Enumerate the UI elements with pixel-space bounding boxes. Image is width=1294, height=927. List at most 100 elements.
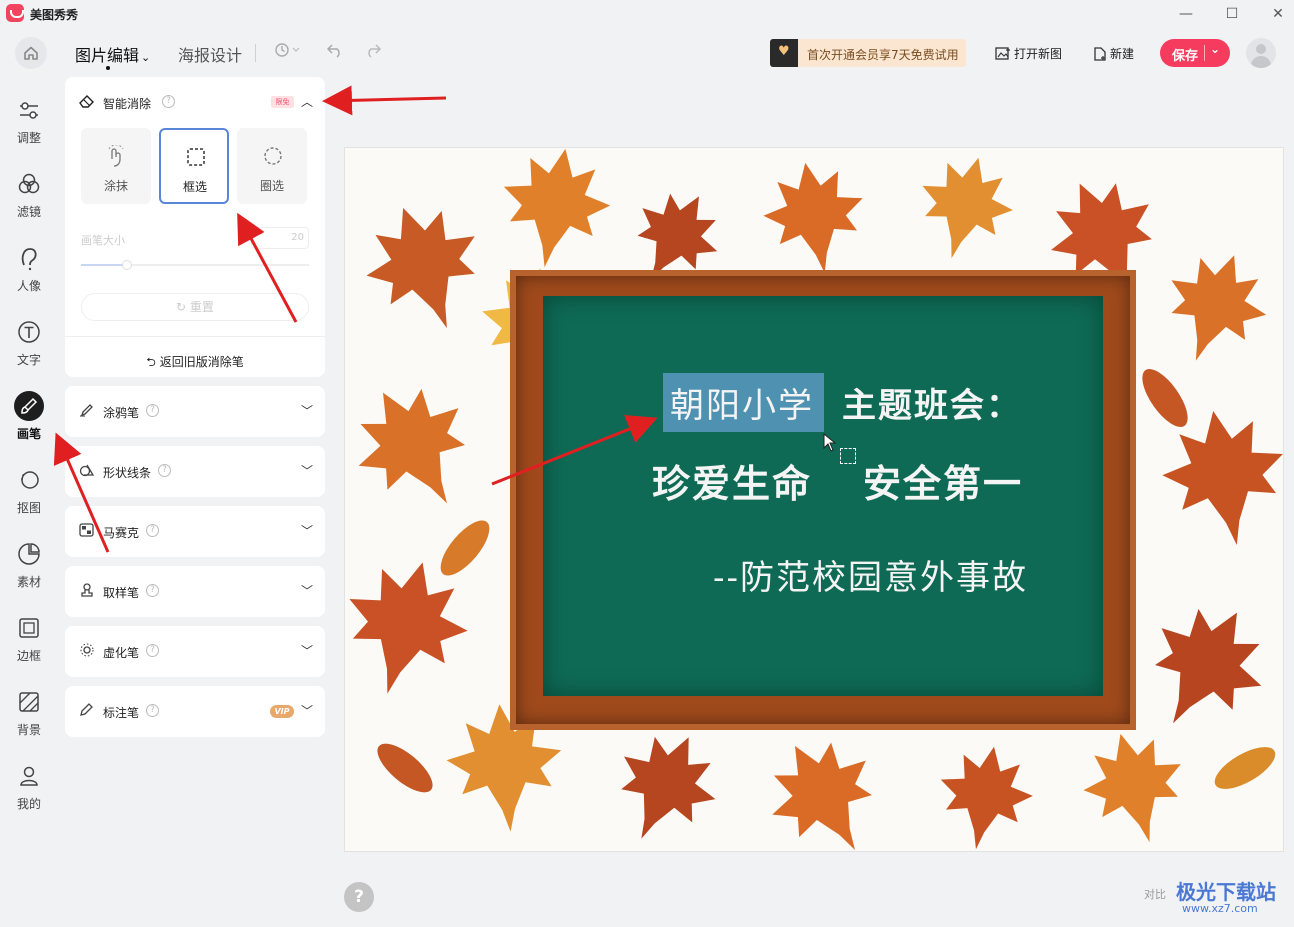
annotate-pen-icon <box>79 703 95 720</box>
smart-erase-header[interactable]: 智能消除 ? 限免 ︿ <box>65 77 325 127</box>
vip-trial-banner[interactable]: 首次开通会员享7天免费试用 <box>770 39 966 67</box>
help-icon[interactable]: ? <box>146 404 159 417</box>
arrow-to-smart-erase <box>322 85 447 116</box>
vip-tag: VIP <box>270 705 294 718</box>
back-arrow-icon: ⮌ <box>146 355 160 369</box>
section-header: 虚化笔 ? ﹀ <box>65 626 325 676</box>
section-title: 标注笔 <box>103 706 140 720</box>
home-button[interactable] <box>15 37 47 69</box>
section-shape-line[interactable]: 形状线条 ? ﹀ <box>65 446 325 497</box>
chevron-down-icon: ﹀ <box>301 464 314 478</box>
section-title: 取样笔 <box>103 586 140 600</box>
eraser-icon <box>79 94 95 111</box>
active-tab-dot <box>106 66 110 70</box>
cutout-icon <box>14 465 44 495</box>
user-icon <box>14 761 44 791</box>
nav-label: 素材 <box>16 575 41 589</box>
chevron-up-icon[interactable]: ︿ <box>301 93 313 110</box>
brush-size-input[interactable]: 20 <box>251 227 309 249</box>
filter-circles-icon <box>14 169 44 199</box>
doodle-pen-icon <box>79 403 95 420</box>
undo-icon[interactable] <box>326 42 344 62</box>
save-button[interactable]: 保存 ⌄ <box>1160 39 1230 67</box>
header-divider <box>255 44 256 62</box>
tab-image-edit[interactable]: 图片编辑 ⌄ <box>75 42 150 70</box>
background-icon <box>14 687 44 717</box>
nav-label: 滤镜 <box>16 205 41 219</box>
help-button[interactable]: ? <box>344 882 374 912</box>
canvas-text-school: 朝阳小学 <box>670 386 814 426</box>
mode-rect-select[interactable]: 框选 <box>159 128 229 204</box>
mode-smear[interactable]: 涂抹 <box>81 128 151 204</box>
section-title: 虚化笔 <box>103 646 140 660</box>
nav-item-portrait[interactable]: 人像 <box>0 243 58 309</box>
chevron-down-icon: ﹀ <box>301 524 314 538</box>
section-blur-pen[interactable]: 虚化笔 ? ﹀ <box>65 626 325 677</box>
help-icon[interactable]: ? <box>146 584 159 597</box>
section-title: 形状线条 <box>103 466 152 480</box>
nav-item-filter[interactable]: 滤镜 <box>0 169 58 235</box>
chalkboard-frame <box>510 270 1136 730</box>
history-icon[interactable] <box>274 42 300 62</box>
chevron-down-icon: ﹀ <box>301 584 314 598</box>
panel-divider <box>65 336 325 337</box>
help-icon[interactable]: ? <box>146 524 159 537</box>
new-button[interactable]: 新建 <box>1093 45 1134 64</box>
nav-item-adjust[interactable]: 调整 <box>0 95 58 161</box>
home-icon <box>24 46 38 60</box>
chevron-down-icon[interactable]: ⌄ <box>1210 42 1220 56</box>
free-tag: 限免 <box>271 96 294 108</box>
nav-item-sticker[interactable]: 素材 <box>0 539 58 605</box>
title-bar: 美图秀秀 — ☐ ✕ <box>0 0 1294 28</box>
text-icon <box>14 317 44 347</box>
close-button[interactable]: ✕ <box>1263 4 1293 24</box>
reset-button[interactable]: ↻ 重置 <box>81 293 309 321</box>
old-eraser-link[interactable]: ⮌ 返回旧版消除笔 <box>65 353 325 374</box>
section-header: 马赛克 ? ﹀ <box>65 506 325 556</box>
section-sample-pen[interactable]: 取样笔 ? ﹀ <box>65 566 325 617</box>
section-mosaic[interactable]: 马赛克 ? ﹀ <box>65 506 325 557</box>
nav-item-cutout[interactable]: 抠图 <box>0 465 58 531</box>
watermark-url: www.xz7.com <box>1182 902 1258 915</box>
brush-size-label: 画笔大小 <box>81 234 125 247</box>
reset-icon: ↻ <box>176 300 190 314</box>
section-header: 形状线条 ? ﹀ <box>65 446 325 496</box>
nav-item-mine[interactable]: 我的 <box>0 761 58 827</box>
vip-banner-text: 首次开通会员享7天免费试用 <box>807 48 959 62</box>
nav-label: 我的 <box>16 797 41 811</box>
blur-pen-icon <box>79 643 95 660</box>
open-new-image-button[interactable]: 打开新图 <box>995 45 1062 64</box>
help-icon[interactable]: ? <box>146 704 159 717</box>
slider-fill <box>81 264 127 266</box>
maximize-button[interactable]: ☐ <box>1217 4 1247 24</box>
chevron-down-icon: ﹀ <box>301 404 314 418</box>
old-eraser-label: 返回旧版消除笔 <box>159 355 244 369</box>
redo-icon[interactable] <box>364 42 382 62</box>
tab-poster-design[interactable]: 海报设计 <box>178 42 242 66</box>
mode-lasso[interactable]: 圈选 <box>237 128 307 204</box>
brush-icon <box>14 391 44 421</box>
canvas-text-safety-first: 安全第一 <box>863 461 1024 506</box>
help-icon[interactable]: ? <box>162 95 175 108</box>
smear-icon <box>106 144 128 172</box>
open-new-image-label: 打开新图 <box>1014 47 1063 61</box>
help-icon[interactable]: ? <box>146 644 159 657</box>
nav-item-frame[interactable]: 边框 <box>0 613 58 679</box>
slider-handle[interactable] <box>122 260 132 270</box>
avatar[interactable] <box>1246 38 1276 68</box>
nav-item-background[interactable]: 背景 <box>0 687 58 753</box>
brush-size-slider[interactable] <box>81 260 309 270</box>
nav-label: 画笔 <box>16 427 41 441</box>
nav-label: 人像 <box>16 279 41 293</box>
nav-item-brush[interactable]: 画笔 <box>0 391 58 457</box>
help-icon[interactable]: ? <box>158 464 171 477</box>
new-label: 新建 <box>1110 47 1135 61</box>
section-annotate-pen[interactable]: 标注笔 ? VIP ﹀ <box>65 686 325 737</box>
nav-label: 背景 <box>16 723 41 737</box>
image-canvas[interactable]: 朝阳小学 主题班会： 珍爱生命 安全第一 --防范校园意外事故 <box>344 147 1284 852</box>
chevron-down-icon: ﹀ <box>301 644 314 658</box>
nav-item-text[interactable]: 文字 <box>0 317 58 383</box>
section-doodle-pen[interactable]: 涂鸦笔 ? ﹀ <box>65 386 325 437</box>
smart-erase-panel: 智能消除 ? 限免 ︿ 涂抹 框选 圈选 画笔大小 20 ↻ 重置 ⮌ 返回旧版… <box>65 77 325 377</box>
minimize-button[interactable]: — <box>1171 4 1201 24</box>
